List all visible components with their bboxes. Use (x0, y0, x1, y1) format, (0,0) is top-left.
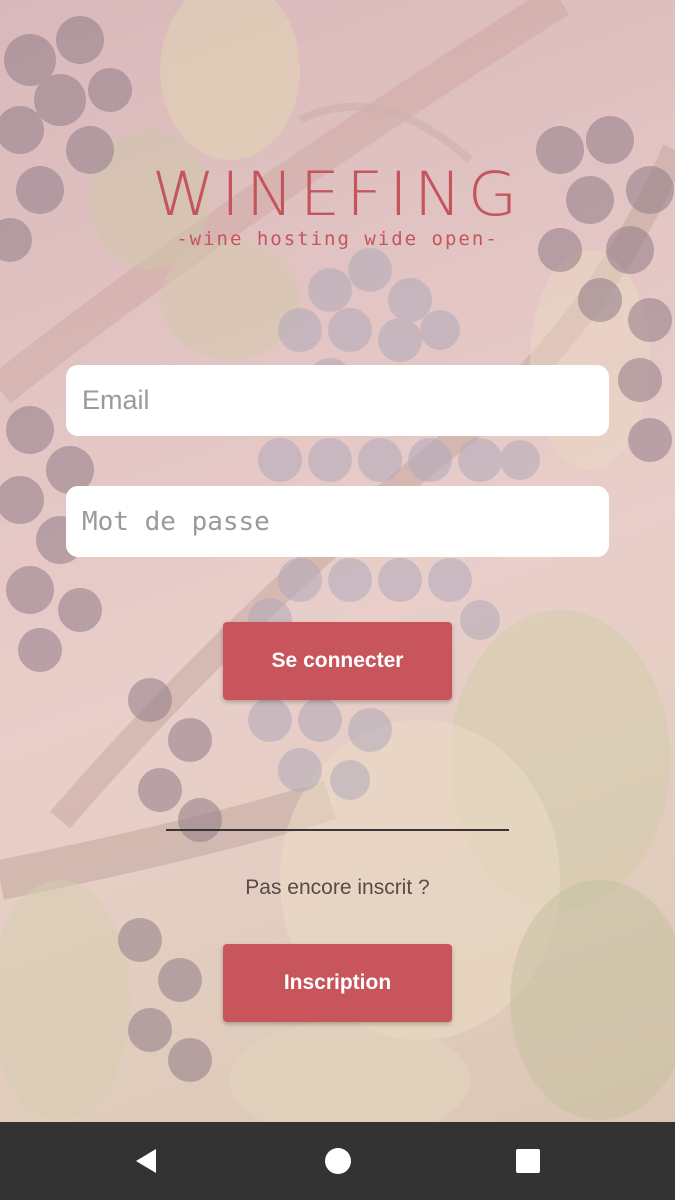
recent-apps-square-icon (516, 1149, 540, 1173)
login-button[interactable]: Se connecter (223, 622, 452, 700)
back-button[interactable] (107, 1122, 187, 1200)
email-field[interactable] (66, 365, 609, 436)
android-navigation-bar (0, 1122, 675, 1200)
signup-button[interactable]: Inscription (223, 944, 452, 1022)
home-button[interactable] (298, 1122, 378, 1200)
back-triangle-icon (136, 1149, 156, 1173)
home-circle-icon (325, 1148, 351, 1174)
divider-line (166, 829, 509, 831)
password-field[interactable] (66, 486, 609, 557)
login-screen: WINEFING -wine hosting wide open- Se con… (0, 0, 675, 1122)
recent-apps-button[interactable] (488, 1122, 568, 1200)
logo-tagline: -wine hosting wide open- (176, 228, 499, 250)
signup-prompt-text: Pas encore inscrit ? (245, 876, 430, 899)
app-logo: WINEFING -wine hosting wide open- (0, 160, 675, 250)
logo-wordmark: WINEFING (151, 159, 524, 231)
